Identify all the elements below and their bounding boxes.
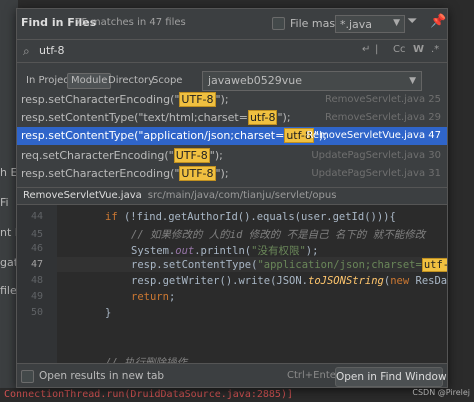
console-error-line: ConnectionThread.run(DruidDataSource.jav…: [0, 388, 474, 402]
result-row[interactable]: resp.setCharacterEncoding(" UTF-8 "); Upda…: [17, 165, 447, 183]
file-mask-checkbox[interactable]: [272, 17, 285, 30]
code-line: resp.getWriter().write(JSON.toJSONString…: [131, 275, 448, 287]
match-highlight: UTF-8: [179, 92, 216, 107]
code-line: }: [105, 307, 112, 319]
result-row[interactable]: req.setCharacterEncoding(" UTF-8 "); Updat…: [17, 147, 447, 165]
code-line: return;: [131, 291, 176, 303]
module-value: javaweb0529vue: [208, 74, 303, 87]
result-code: resp.setContentType("text/html;charset= u…: [21, 110, 291, 125]
search-input[interactable]: utf-8: [39, 44, 65, 57]
line-number-current: 47: [30, 259, 43, 270]
line-number: 44: [30, 211, 43, 222]
search-row: ⌕ utf-8 ↵ | Cc W .*: [17, 39, 447, 63]
result-code: resp.setCharacterEncoding(" UTF-8 ");: [21, 166, 229, 181]
background-fragment: file: [0, 284, 17, 297]
result-file: UpdatePagServlet.java 30: [311, 150, 441, 161]
preview-file-name: RemoveServletVue.java: [23, 190, 142, 201]
open-in-find-window-button[interactable]: Open in Find Window: [335, 367, 447, 387]
find-in-files-dialog: Find in Files 75 matches in 47 files Fil…: [16, 8, 448, 388]
chevron-down-icon: ▼: [409, 76, 416, 86]
result-row[interactable]: resp.setCharacterEncoding(" UTF-8 "); Remo…: [17, 91, 447, 109]
code-line: if (!find.getAuthorId().equals(user.getI…: [105, 211, 396, 223]
match-highlight: utf-8: [247, 110, 278, 125]
open-new-tab-checkbox[interactable]: [21, 370, 34, 383]
match-count: 75 matches in 47 files: [75, 17, 186, 28]
code-line: System.out.println("没有权限");: [131, 245, 319, 257]
match-highlight: utf-8: [421, 258, 447, 272]
background-fragment: Fi: [0, 196, 9, 209]
whole-word-icon[interactable]: W: [413, 44, 424, 55]
match-highlight: UTF-8: [173, 148, 210, 163]
watermark: CSDN @Pirelej: [412, 388, 470, 397]
dialog-titlebar[interactable]: Find in Files 75 matches in 47 files Fil…: [17, 9, 447, 37]
file-mask-select[interactable]: *.java ▼: [335, 15, 405, 33]
result-file: RemoveServlet.java 29: [325, 112, 441, 123]
result-file: RemoveServlet.java 25: [325, 94, 441, 105]
result-code: resp.setContentType("application/json;ch…: [21, 128, 327, 143]
filter-icon[interactable]: ⏷: [407, 14, 417, 29]
chevron-down-icon: ▼: [393, 18, 400, 28]
result-code: req.setCharacterEncoding(" UTF-8 ");: [21, 148, 223, 163]
background-fragment: h E: [0, 166, 18, 179]
line-number: 50: [30, 307, 43, 318]
result-row[interactable]: resp.setContentType("text/html;charset= u…: [17, 109, 447, 127]
shortcut-hint: Ctrl+Enter: [287, 370, 341, 381]
dialog-footer: Open results in new tab Ctrl+Enter Open …: [17, 363, 447, 387]
result-row-selected[interactable]: resp.setContentType("application/json;ch…: [17, 127, 447, 145]
preview-path-bar: RemoveServletVue.java src/main/java/com/t…: [17, 187, 447, 205]
code-line: resp.setContentType("application/json;ch…: [131, 258, 447, 272]
file-mask-value: *.java: [340, 17, 373, 31]
code-preview[interactable]: 44 45 46 47 48 49 50 if (!find.getAuthor…: [17, 205, 448, 369]
module-select[interactable]: javaweb0529vue ▼: [202, 71, 422, 91]
open-new-tab-label: Open results in new tab: [39, 370, 165, 382]
separator-icon: |: [375, 44, 379, 55]
preview-file-path: src/main/java/com/tianju/servlet/opus: [147, 190, 337, 201]
results-list: resp.setCharacterEncoding(" UTF-8 "); Remo…: [17, 91, 447, 187]
line-number: 49: [30, 291, 43, 302]
result-code: resp.setCharacterEncoding(" UTF-8 ");: [21, 92, 229, 107]
history-icon[interactable]: ↵: [362, 44, 370, 55]
line-number: 45: [30, 229, 43, 240]
line-number: 48: [30, 275, 43, 286]
tab-scope[interactable]: Scope: [149, 73, 185, 89]
search-icon: ⌕: [23, 44, 30, 58]
result-file: RemoveServletVue.java 47: [306, 130, 441, 141]
match-case-icon[interactable]: Cc: [393, 44, 405, 55]
result-file: UpdatePagServlet.java 31: [311, 168, 441, 179]
match-highlight: UTF-8: [179, 166, 216, 181]
line-gutter: 44 45 46 47 48 49 50: [17, 205, 57, 363]
line-number: 46: [30, 243, 43, 254]
regex-icon[interactable]: .*: [431, 44, 439, 55]
code-line: // 如果修改的 人的id 修改的 不是自己 名下的 就不能修改: [131, 229, 426, 241]
pin-icon[interactable]: 📌: [430, 14, 446, 29]
